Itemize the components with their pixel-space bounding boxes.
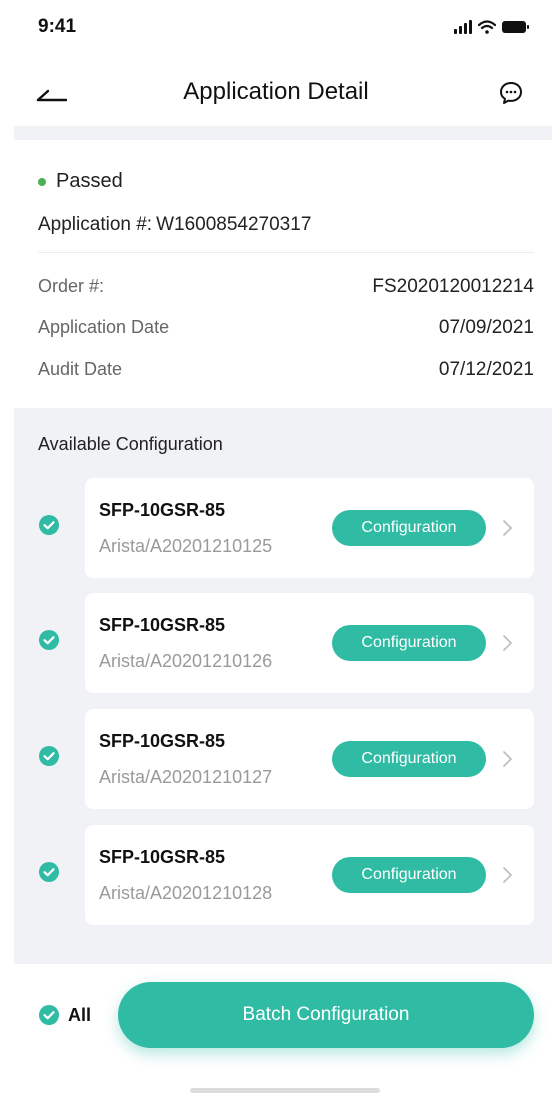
chevron-right-icon[interactable] <box>501 633 513 653</box>
bottom-action-bar: All Batch Configuration <box>0 964 552 1093</box>
item-serial: Arista/A20201210126 <box>99 651 273 671</box>
battery-icon <box>502 21 529 33</box>
page-title: Application Detail <box>183 78 369 105</box>
application-status: Passed <box>38 170 123 193</box>
back-arrow-icon[interactable] <box>34 80 70 104</box>
batch-configuration-button[interactable]: Batch Configuration <box>118 982 534 1048</box>
configuration-panel: Available Configuration SFP-10GSR-85 Ari… <box>14 408 552 964</box>
audit-date-value: 07/12/2021 <box>438 359 534 380</box>
home-indicator <box>190 1088 380 1093</box>
divider <box>38 252 534 253</box>
list-item: SFP-10GSR-85 Arista/A20201210127 Configu… <box>14 709 552 809</box>
application-number-label: Application #: <box>38 214 153 235</box>
item-name: SFP-10GSR-85 <box>99 615 226 635</box>
configuration-button[interactable]: Configuration <box>332 510 486 546</box>
status-icons <box>454 20 529 34</box>
order-number-value: FS2020120012214 <box>372 276 534 297</box>
item-serial: Arista/A20201210125 <box>99 536 273 556</box>
signal-icon <box>454 20 472 34</box>
order-number-row: Order #: FS2020120012214 <box>38 276 534 298</box>
status-dot <box>38 177 46 186</box>
check-circle-icon[interactable] <box>38 745 60 767</box>
item-name: SFP-10GSR-85 <box>99 500 226 520</box>
check-circle-icon[interactable] <box>38 861 60 883</box>
configuration-card[interactable]: SFP-10GSR-85 Arista/A20201210126 Configu… <box>85 593 534 693</box>
select-all-label: All <box>68 1004 92 1025</box>
chevron-right-icon[interactable] <box>501 865 513 885</box>
status-text: Passed <box>56 170 123 192</box>
application-number-value: W1600854270317 <box>156 214 312 235</box>
configuration-card[interactable]: SFP-10GSR-85 Arista/A20201210125 Configu… <box>85 478 534 578</box>
audit-date-row: Audit Date 07/12/2021 <box>38 359 534 381</box>
check-circle-icon[interactable] <box>38 1004 60 1026</box>
item-name: SFP-10GSR-85 <box>99 731 226 751</box>
application-date-value: 07/09/2021 <box>438 317 534 338</box>
list-item: SFP-10GSR-85 Arista/A20201210125 Configu… <box>14 478 552 578</box>
list-item: SFP-10GSR-85 Arista/A20201210126 Configu… <box>14 593 552 693</box>
item-serial: Arista/A20201210128 <box>99 883 273 903</box>
status-bar: 9:41 <box>0 0 552 54</box>
configuration-button[interactable]: Configuration <box>332 625 486 661</box>
status-time: 9:41 <box>38 16 77 37</box>
nav-bar: Application Detail <box>0 58 552 126</box>
configuration-button[interactable]: Configuration <box>332 741 486 777</box>
chat-icon[interactable] <box>498 80 524 106</box>
configuration-card[interactable]: SFP-10GSR-85 Arista/A20201210128 Configu… <box>85 825 534 925</box>
configuration-card[interactable]: SFP-10GSR-85 Arista/A20201210127 Configu… <box>85 709 534 809</box>
item-name: SFP-10GSR-85 <box>99 847 226 867</box>
check-circle-icon[interactable] <box>38 514 60 536</box>
audit-date-label: Audit Date <box>38 359 123 379</box>
chevron-right-icon[interactable] <box>501 518 513 538</box>
application-number: Application #: W1600854270317 <box>38 214 311 236</box>
chevron-right-icon[interactable] <box>501 749 513 769</box>
application-date-label: Application Date <box>38 317 170 337</box>
section-title: Available Configuration <box>38 434 223 454</box>
item-serial: Arista/A20201210127 <box>99 767 273 787</box>
configuration-button[interactable]: Configuration <box>332 857 486 893</box>
application-date-row: Application Date 07/09/2021 <box>38 317 534 339</box>
select-all-checkbox[interactable]: All <box>38 1004 91 1026</box>
section-separator <box>14 126 552 140</box>
check-circle-icon[interactable] <box>38 629 60 651</box>
list-item: SFP-10GSR-85 Arista/A20201210128 Configu… <box>14 825 552 925</box>
wifi-icon <box>478 20 496 34</box>
order-number-label: Order #: <box>38 276 105 296</box>
application-info-card: Passed Application #: W1600854270317 Orde… <box>14 140 552 408</box>
